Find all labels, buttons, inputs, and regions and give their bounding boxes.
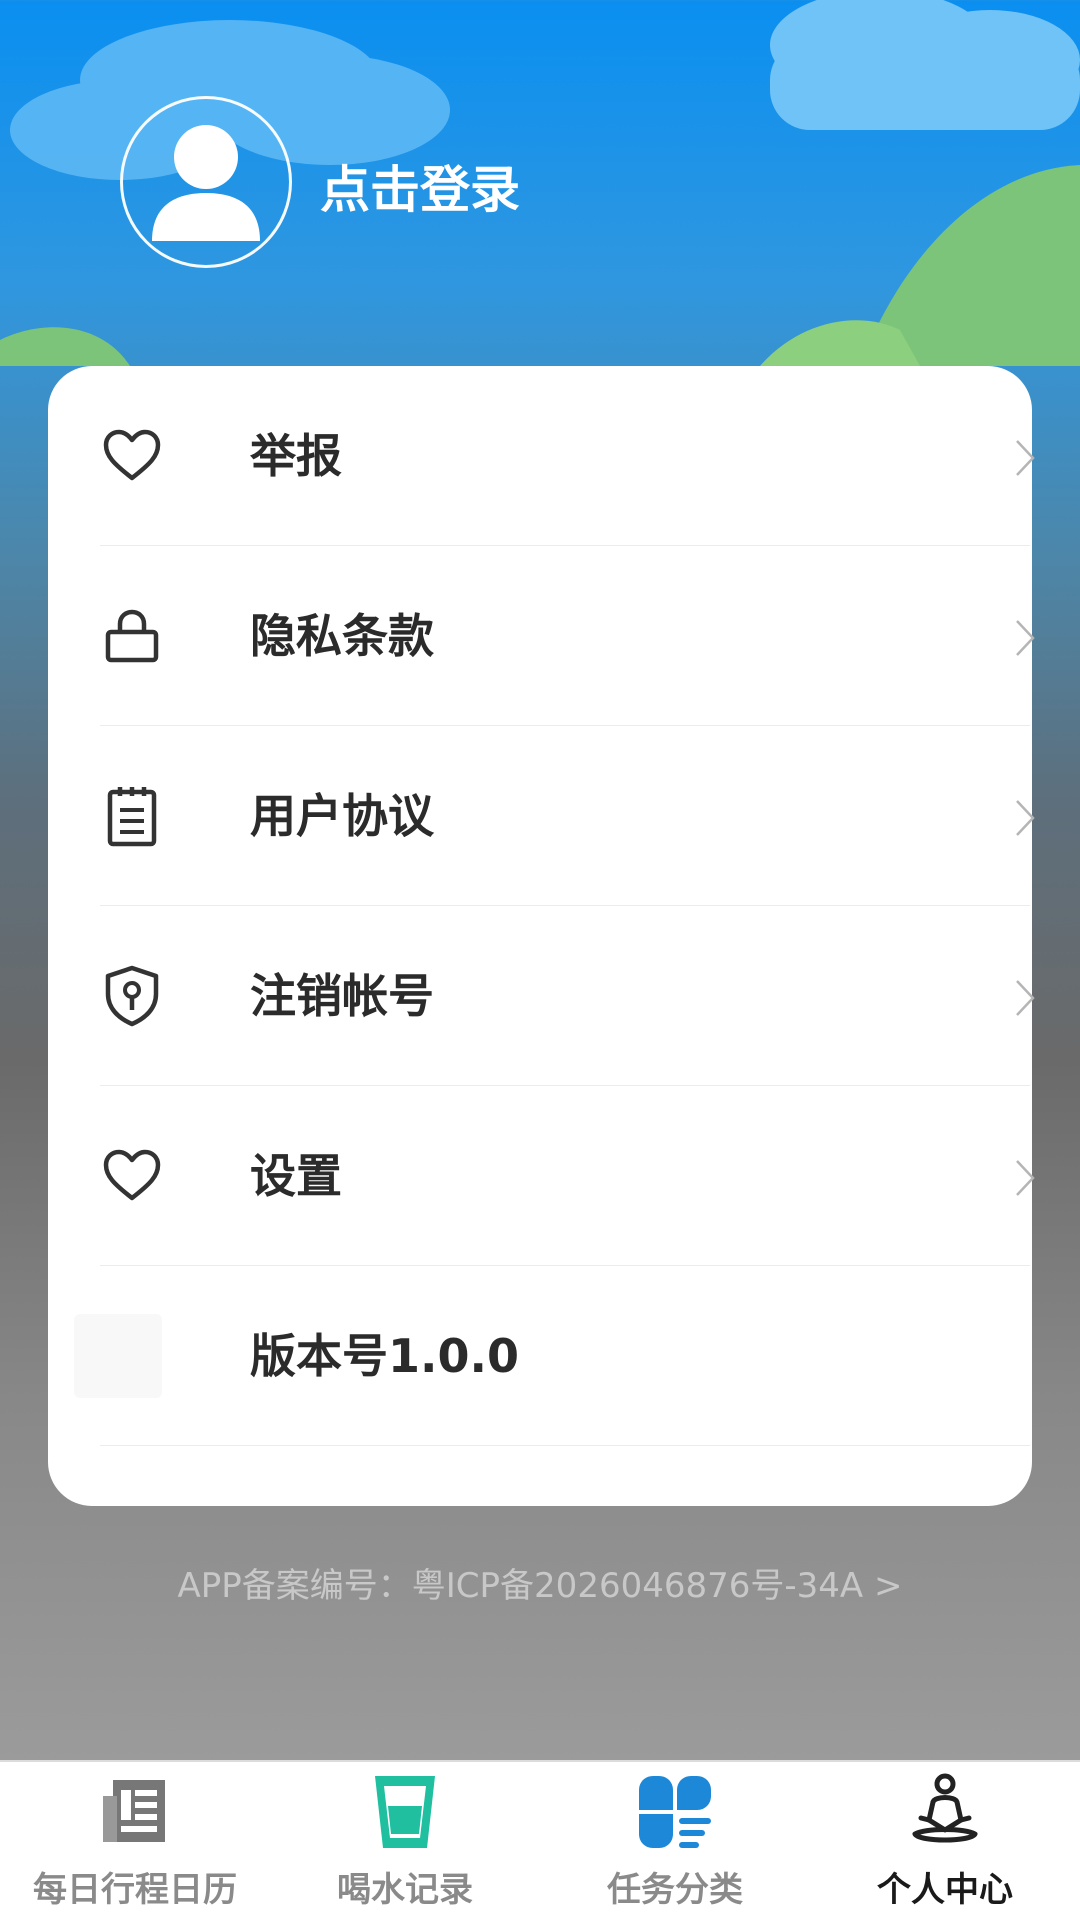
meditation-person-icon bbox=[912, 1773, 978, 1843]
water-cup-icon bbox=[375, 1776, 435, 1848]
tab-personal-center[interactable]: 个人中心 bbox=[810, 1762, 1080, 1922]
lock-icon bbox=[105, 609, 159, 663]
chevron-right-icon bbox=[1016, 440, 1035, 476]
tab-label: 喝水记录 bbox=[337, 1870, 473, 1910]
document-icon bbox=[107, 787, 157, 847]
menu-item-label: 注销帐号 bbox=[250, 969, 434, 1023]
chevron-right-icon bbox=[1016, 1160, 1035, 1196]
tab-water-record[interactable]: 喝水记录 bbox=[270, 1762, 540, 1922]
menu-card: 举报 隐私条款 用户协议 注销帐号 设置 版本号1.0.0 bbox=[48, 366, 1035, 1506]
chevron-right-icon bbox=[1016, 620, 1035, 656]
tab-label: 每日行程日历 bbox=[33, 1870, 237, 1910]
chevron-right-icon bbox=[1016, 800, 1035, 836]
tab-task-category[interactable]: 任务分类 bbox=[540, 1762, 810, 1922]
login-link[interactable]: 点击登录 bbox=[320, 150, 520, 230]
icp-link[interactable]: APP备案编号：粤ICP备2026046876号-34A > bbox=[0, 1558, 1080, 1607]
heart-icon bbox=[103, 429, 161, 481]
menu-item-label: 用户协议 bbox=[250, 789, 434, 843]
tab-daily-calendar[interactable]: 每日行程日历 bbox=[0, 1762, 270, 1922]
menu-item-settings[interactable]: 设置 bbox=[100, 1086, 1035, 1266]
user-icon bbox=[152, 125, 260, 241]
chevron-right-icon bbox=[1016, 980, 1035, 1016]
shield-key-icon bbox=[105, 965, 159, 1027]
version-icon-placeholder bbox=[74, 1314, 162, 1398]
menu-item-label: 举报 bbox=[250, 429, 342, 483]
version-row: 版本号1.0.0 bbox=[74, 1266, 1030, 1446]
category-icon bbox=[639, 1776, 711, 1848]
menu-item-user-agreement[interactable]: 用户协议 bbox=[100, 726, 1035, 906]
menu-item-report[interactable]: 举报 bbox=[100, 366, 1035, 546]
avatar[interactable] bbox=[120, 96, 292, 268]
version-label: 版本号1.0.0 bbox=[250, 1329, 519, 1383]
menu-item-delete-account[interactable]: 注销帐号 bbox=[100, 906, 1035, 1086]
tab-label: 个人中心 bbox=[877, 1870, 1013, 1910]
heart-icon bbox=[103, 1149, 161, 1201]
menu-item-privacy[interactable]: 隐私条款 bbox=[100, 546, 1035, 726]
calendar-icon bbox=[103, 1780, 165, 1842]
menu-item-label: 隐私条款 bbox=[250, 609, 434, 663]
bottom-tab-bar: 每日行程日历 喝水记录 任务分类 个人中心 bbox=[0, 1760, 1080, 1922]
tab-label: 任务分类 bbox=[607, 1870, 743, 1910]
menu-item-label: 设置 bbox=[250, 1149, 342, 1203]
